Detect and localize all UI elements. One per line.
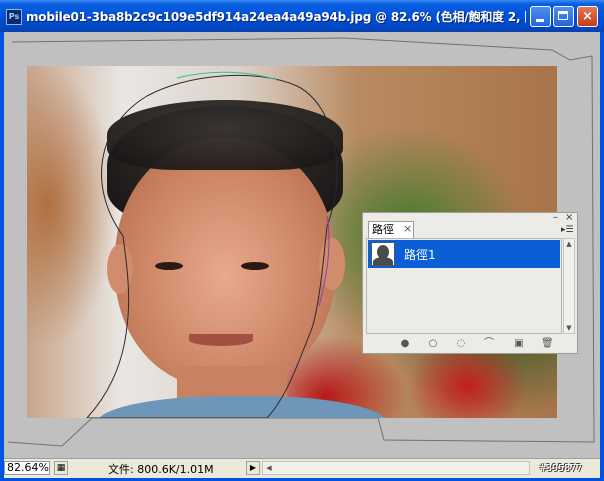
new-path-icon[interactable]: ▣ (513, 338, 525, 350)
scroll-up-icon[interactable]: ▲ (564, 239, 574, 249)
path-thumbnail (371, 242, 395, 266)
panel-footer: ● ○ ◌ ⌒ ▣ 🗑 (363, 335, 577, 353)
photoshop-app-icon[interactable]: Ps (6, 9, 22, 25)
title-bar[interactable]: Ps mobile01-3ba8b2c9c109e5df914a24ea4a49… (0, 0, 604, 32)
panel-menu-icon[interactable]: ▸☰ (561, 225, 574, 235)
silhouette-body (373, 257, 393, 265)
scroll-left-icon[interactable]: ◀ (263, 462, 275, 474)
close-button[interactable]: × (577, 6, 598, 27)
document-size-info: 文件: 800.6K/1.01M (108, 463, 214, 476)
stroke-path-icon[interactable]: ○ (427, 338, 439, 350)
document-canvas[interactable]: #697730 – × 路徑 × ▸☰ 路徑1 (4, 32, 600, 458)
make-work-path-icon[interactable]: ⌒ (483, 338, 495, 350)
paths-list-scrollbar[interactable]: ▲ ▼ (563, 238, 575, 334)
close-icon: × (582, 9, 593, 24)
horizontal-scrollbar[interactable]: ◀ (262, 461, 530, 475)
panel-close-button[interactable]: × (565, 212, 573, 223)
path-item-label: 路徑1 (404, 248, 436, 262)
scroll-down-icon[interactable]: ▼ (564, 323, 574, 333)
fill-path-icon[interactable]: ● (399, 338, 411, 350)
load-selection-icon[interactable]: ◌ (455, 338, 467, 350)
tab-paths-label: 路徑 (372, 223, 394, 236)
window-title: mobile01-3ba8b2c9c109e5df914a24ea4a49a94… (26, 10, 526, 24)
zoom-field[interactable]: 82.64% (4, 461, 50, 475)
status-bar: 82.64% ▦ 文件: 800.6K/1.01M ▶ ◀ (4, 458, 600, 478)
minimize-button[interactable] (530, 6, 551, 27)
minimize-icon (536, 19, 544, 22)
maximize-button[interactable] (553, 6, 574, 27)
tab-paths[interactable]: 路徑 × (368, 221, 414, 238)
photoshop-document-window: Ps mobile01-3ba8b2c9c109e5df914a24ea4a49… (0, 0, 604, 481)
corner-watermark: #395877 (540, 463, 583, 474)
paths-panel[interactable]: – × 路徑 × ▸☰ 路徑1 ▲ ▼ ● ○ ◌ ⌒ ▣ 🗑 (362, 212, 578, 354)
status-info-icon[interactable]: ▦ (54, 461, 68, 475)
panel-minimize-button[interactable]: – (553, 212, 558, 223)
delete-path-icon[interactable]: 🗑 (541, 338, 554, 350)
path-item[interactable]: 路徑1 (368, 240, 560, 268)
maximize-icon (558, 11, 568, 20)
status-menu-arrow-icon[interactable]: ▶ (246, 461, 260, 475)
paths-list: 路徑1 (366, 238, 562, 334)
tab-close-icon[interactable]: × (403, 222, 412, 235)
